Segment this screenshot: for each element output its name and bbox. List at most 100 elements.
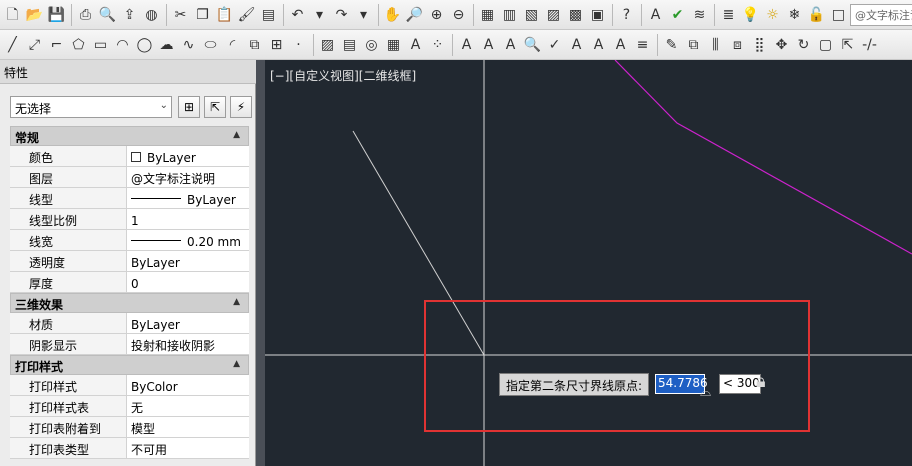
check-icon[interactable]: ✔ <box>667 4 688 26</box>
erase-icon[interactable]: ✎ <box>661 34 682 56</box>
section-general[interactable]: 常规 ▲ <box>10 126 249 146</box>
rotate-icon[interactable]: ↻ <box>793 34 814 56</box>
property-value[interactable]: 投射和接收阴影 <box>127 334 249 354</box>
sun-icon[interactable]: ☼ <box>762 4 783 26</box>
dimension-angle-input[interactable]: < 300° <box>719 374 761 394</box>
layer-color-swatch-icon[interactable]: □ <box>828 4 849 26</box>
copy-object-icon[interactable]: ⧉ <box>683 34 704 56</box>
property-value[interactable]: ByLayer <box>127 251 249 271</box>
gradient-icon[interactable]: ▤ <box>339 34 360 56</box>
text-ai-icon[interactable]: A <box>478 34 499 56</box>
property-row-linetype[interactable]: 线型 ByLayer <box>10 188 249 209</box>
match-properties-icon[interactable]: 🖌 <box>236 4 257 26</box>
stretch-icon[interactable]: ⇱ <box>837 34 858 56</box>
property-value[interactable]: ByColor <box>127 375 249 395</box>
property-row-linetype-scale[interactable]: 线型比例 1 <box>10 209 249 230</box>
collapse-caret-icon[interactable]: ▲ <box>233 297 240 307</box>
undo-icon[interactable]: ↶ <box>287 4 308 26</box>
print-preview-icon[interactable]: 🔍 <box>97 4 118 26</box>
section-plot-style[interactable]: 打印样式 ▲ <box>10 355 249 375</box>
layer-state-icon[interactable]: ≋ <box>689 4 710 26</box>
section-3d-effects[interactable]: 三维效果 ▲ <box>10 293 249 313</box>
justify-text-icon[interactable]: A <box>610 34 631 56</box>
scale-icon[interactable]: ▢ <box>815 34 836 56</box>
property-row-plot-table-attached[interactable]: 打印表附着到 模型 <box>10 417 249 438</box>
table-icon[interactable]: ▦ <box>383 34 404 56</box>
property-value[interactable]: 无 <box>127 396 249 416</box>
paste-icon[interactable]: 📋 <box>214 4 235 26</box>
property-row-thickness[interactable]: 厚度 0 <box>10 272 249 293</box>
help-icon[interactable]: ? <box>616 4 637 26</box>
property-row-color[interactable]: 颜色 ByLayer <box>10 146 249 167</box>
toggle-pickadd-button[interactable]: ⊞ <box>178 96 200 118</box>
print-icon[interactable]: ⎙ <box>75 4 96 26</box>
ellipse-arc-icon[interactable]: ◜ <box>222 34 243 56</box>
property-value[interactable]: 1 <box>127 209 249 229</box>
revision-cloud-icon[interactable]: ☁ <box>156 34 177 56</box>
palette-divider-strip[interactable] <box>256 60 265 466</box>
move-icon[interactable]: ✥ <box>771 34 792 56</box>
property-value[interactable]: ByLayer <box>127 313 249 333</box>
property-row-plot-style[interactable]: 打印样式 ByColor <box>10 375 249 396</box>
dimension-length-input[interactable]: 54.7786 <box>655 374 708 394</box>
scale-text-icon[interactable]: A <box>588 34 609 56</box>
add-selected-icon[interactable]: ⁘ <box>427 34 448 56</box>
pan-icon[interactable]: ✋ <box>382 4 403 26</box>
new-file-icon[interactable]: 🗋 <box>2 4 23 26</box>
multiline-text-icon[interactable]: A <box>405 34 426 56</box>
circle-icon[interactable]: ◯ <box>134 34 155 56</box>
tool-palettes-icon[interactable]: ▧ <box>521 4 542 26</box>
redo-icon[interactable]: ↷ <box>331 4 352 26</box>
arc-icon[interactable]: ◠ <box>112 34 133 56</box>
collapse-caret-icon[interactable]: ▲ <box>233 359 240 369</box>
undo-dropdown-icon[interactable]: ▾ <box>309 4 330 26</box>
layer-lock-icon[interactable]: 🔓 <box>806 4 827 26</box>
copy-icon[interactable]: ❐ <box>192 4 213 26</box>
redo-dropdown-icon[interactable]: ▾ <box>353 4 374 26</box>
spell-check-icon[interactable]: ✓ <box>544 34 565 56</box>
property-value[interactable]: 0 <box>127 272 249 292</box>
property-value[interactable]: 0.20 mm <box>127 230 249 250</box>
polygon-icon[interactable]: ⬠ <box>68 34 89 56</box>
select-objects-button[interactable]: ⇱ <box>204 96 226 118</box>
markup-icon[interactable]: ▩ <box>565 4 586 26</box>
freeze-icon[interactable]: ❄ <box>784 4 805 26</box>
viewport-controls-label[interactable]: [−][自定义视图][二维线框] <box>270 67 416 84</box>
find-text-icon[interactable]: 🔍 <box>522 34 543 56</box>
lightbulb-icon[interactable]: 💡 <box>740 4 761 26</box>
calculator-icon[interactable]: ▣ <box>587 4 608 26</box>
cut-icon[interactable]: ✂ <box>170 4 191 26</box>
property-row-material[interactable]: 材质 ByLayer <box>10 313 249 334</box>
hatch-icon[interactable]: ▨ <box>317 34 338 56</box>
design-center-icon[interactable]: ▥ <box>499 4 520 26</box>
block-editor-icon[interactable]: ▤ <box>258 4 279 26</box>
text-style-icon[interactable]: A <box>645 4 666 26</box>
properties-icon[interactable]: ▦ <box>477 4 498 26</box>
property-value[interactable]: @文字标注说明 <box>127 167 249 187</box>
point-icon[interactable]: · <box>288 34 309 56</box>
make-block-icon[interactable]: ⊞ <box>266 34 287 56</box>
spline-icon[interactable]: ∿ <box>178 34 199 56</box>
trim-icon[interactable]: -/- <box>859 34 880 56</box>
zoom-realtime-icon[interactable]: 🔎 <box>404 4 425 26</box>
convert-text-icon[interactable]: ≡ <box>632 34 653 56</box>
ellipse-icon[interactable]: ⬭ <box>200 34 221 56</box>
offset-icon[interactable]: ⧈ <box>727 34 748 56</box>
insert-block-icon[interactable]: ⧉ <box>244 34 265 56</box>
property-row-lineweight[interactable]: 线宽 0.20 mm <box>10 230 249 251</box>
region-icon[interactable]: ◎ <box>361 34 382 56</box>
layer-combo[interactable]: @文字标注说明 <box>850 3 912 26</box>
save-icon[interactable]: 💾 <box>46 4 67 26</box>
text-a-icon[interactable]: A <box>456 34 477 56</box>
property-value[interactable]: ByLayer <box>127 146 249 166</box>
property-value[interactable]: 模型 <box>127 417 249 437</box>
array-icon[interactable]: ⣿ <box>749 34 770 56</box>
rectangle-icon[interactable]: ▭ <box>90 34 111 56</box>
publish-icon[interactable]: ⇪ <box>119 4 140 26</box>
zoom-previous-icon[interactable]: ⊖ <box>448 4 469 26</box>
line-icon[interactable]: ╱ <box>2 34 23 56</box>
selection-combo[interactable]: 无选择 ⌄ <box>10 96 172 118</box>
sheet-set-icon[interactable]: ▨ <box>543 4 564 26</box>
property-row-plot-table-type[interactable]: 打印表类型 不可用 <box>10 438 249 459</box>
construction-line-icon[interactable]: ⤢ <box>24 34 45 56</box>
